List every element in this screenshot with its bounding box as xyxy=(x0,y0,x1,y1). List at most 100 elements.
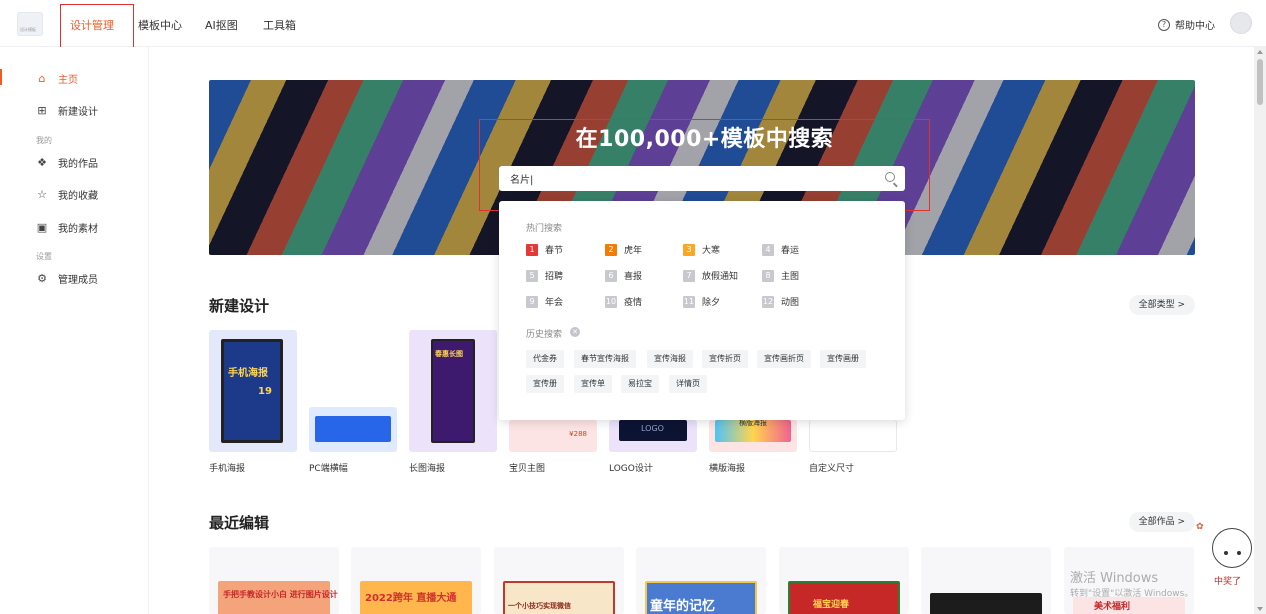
design-card-long-poster[interactable]: 春惠长图 xyxy=(409,330,497,452)
history-chip[interactable]: 宣传海报 xyxy=(647,350,693,368)
price-text: ¥288 xyxy=(569,430,587,438)
card-label: 横版海报 xyxy=(709,464,746,474)
watermark-line1: 激活 Windows xyxy=(1070,571,1159,586)
logo-text: LOGO xyxy=(641,424,664,433)
history-chip[interactable]: 宣传册 xyxy=(526,375,564,393)
history-chip[interactable]: 易拉宝 xyxy=(621,375,659,393)
help-center-link[interactable]: ? 帮助中心 xyxy=(1158,17,1215,32)
recent-item[interactable]: 手把手教设计小白 进行图片设计 xyxy=(209,547,339,614)
logo-text: 设计模板 xyxy=(20,27,36,32)
recent-item[interactable] xyxy=(921,547,1051,614)
horizontal-poster-text: 横版海报 xyxy=(739,420,767,427)
hot-search-text: 大寒 xyxy=(702,246,721,256)
recent-caption: 一个小技巧实现微信 xyxy=(508,602,571,610)
hot-search-item[interactable]: 5 招聘 xyxy=(526,269,563,282)
floating-mascot[interactable]: ✿ 中奖了 xyxy=(1196,522,1256,592)
hot-search-text: 动图 xyxy=(781,298,800,308)
banner-thumbnail xyxy=(315,416,391,442)
history-chip[interactable]: 详情页 xyxy=(669,375,707,393)
rank-badge: 2 xyxy=(605,243,617,256)
recent-item[interactable]: 一个小技巧实现微信 xyxy=(494,547,624,614)
card-label: PC端横幅 xyxy=(309,464,348,474)
help-center-label: 帮助中心 xyxy=(1175,21,1215,32)
card-label: 手机海报 xyxy=(209,464,246,474)
recent-item[interactable]: 福宝迎春 xyxy=(779,547,909,614)
sidebar-item-label: 我的素材 xyxy=(58,224,98,235)
hot-search-item[interactable]: 11 除夕 xyxy=(683,295,720,308)
design-card-custom-size[interactable] xyxy=(809,420,897,452)
all-works-button[interactable]: 全部作品 > xyxy=(1128,512,1195,532)
recent-thumbnail xyxy=(930,593,1042,614)
sidebar-item-my-materials[interactable]: ▣ 我的素材 xyxy=(36,220,98,235)
nav-ai-cutout[interactable]: AI抠图 xyxy=(205,17,238,33)
design-card-pc-banner[interactable] xyxy=(309,407,397,452)
history-chip[interactable]: 宣传单 xyxy=(574,375,612,393)
hot-search-item[interactable]: 2 虎年 xyxy=(605,243,642,256)
clear-history-icon[interactable]: ✕ xyxy=(570,327,580,337)
poster-text: 手机海报 xyxy=(228,368,268,379)
new-design-title: 新建设计 xyxy=(209,297,270,315)
hot-search-label: 热门搜索 xyxy=(526,224,563,234)
hot-search-text: 喜报 xyxy=(624,272,643,282)
scroll-thumb[interactable] xyxy=(1257,59,1263,105)
app-logo[interactable]: 设计模板 xyxy=(17,12,43,36)
card-label: 长图海报 xyxy=(409,464,446,474)
rank-badge: 7 xyxy=(683,269,695,282)
sidebar-item-my-favorites[interactable]: ☆ 我的收藏 xyxy=(36,187,98,202)
long-poster-thumbnail: 春惠长图 xyxy=(431,339,475,443)
hot-search-item[interactable]: 12 动图 xyxy=(762,295,799,308)
all-types-button[interactable]: 全部类型 > xyxy=(1128,295,1195,315)
horizontal-poster-thumbnail: 横版海报 xyxy=(715,420,791,442)
history-chip[interactable]: 宣传折页 xyxy=(702,350,748,368)
hot-search-item[interactable]: 9 年会 xyxy=(526,295,563,308)
sidebar-item-label: 管理成员 xyxy=(58,275,98,286)
sidebar-item-home[interactable]: ⌂ 主页 xyxy=(36,71,79,86)
sidebar: ⌂ 主页 ⊞ 新建设计 我的 ❖ 我的作品 ☆ 我的收藏 ▣ 我的素材 设置 ⚙… xyxy=(0,47,149,614)
history-chip[interactable]: 宣传画折页 xyxy=(757,350,811,368)
hot-search-item[interactable]: 7 放假通知 xyxy=(683,269,738,282)
history-search-label: 历史搜索 xyxy=(526,330,563,340)
watermark-line2: 转到"设置"以激活 Windows。 xyxy=(1070,589,1194,599)
sidebar-item-label: 我的收藏 xyxy=(58,191,98,202)
hot-search-item[interactable]: 6 喜报 xyxy=(605,269,642,282)
recent-caption: 童年的记忆 xyxy=(650,599,716,614)
rank-badge: 3 xyxy=(683,243,695,256)
recent-item[interactable]: 童年的记忆 xyxy=(636,547,766,614)
works-icon: ❖ xyxy=(37,155,47,169)
sidebar-item-label: 主页 xyxy=(58,75,78,86)
rank-badge: 8 xyxy=(762,269,774,282)
logo-thumbnail: LOGO xyxy=(619,420,687,441)
ribbon-icon: ✿ xyxy=(1196,522,1204,532)
long-poster-text: 春惠长图 xyxy=(435,350,463,358)
hot-search-item[interactable]: 4 春运 xyxy=(762,243,799,256)
scroll-down-arrow-icon[interactable] xyxy=(1257,607,1263,611)
hot-search-item[interactable]: 1 春节 xyxy=(526,243,563,256)
sidebar-item-label: 新建设计 xyxy=(58,107,98,118)
image-icon: ▣ xyxy=(36,220,48,234)
design-card-horizontal-poster[interactable]: 横版海报 xyxy=(709,420,797,452)
history-chip[interactable]: 宣传画册 xyxy=(820,350,866,368)
mascot-text: 中奖了 xyxy=(1214,577,1242,587)
home-icon: ⌂ xyxy=(38,71,46,85)
design-card-mobile-poster[interactable]: 手机海报 19 xyxy=(209,330,297,452)
hot-search-item[interactable]: 10 疫情 xyxy=(605,295,642,308)
scrollbar[interactable] xyxy=(1254,47,1266,614)
mascot-eye xyxy=(1224,551,1228,555)
history-chip[interactable]: 代金券 xyxy=(526,350,564,368)
recent-item[interactable]: 2022跨年 直播大通 xyxy=(351,547,481,614)
design-card-logo[interactable]: LOGO xyxy=(609,420,697,452)
history-chip[interactable]: 春节宣传海报 xyxy=(574,350,636,368)
hot-search-item[interactable]: 3 大寒 xyxy=(683,243,720,256)
design-card-product-image[interactable]: ¥288 xyxy=(509,420,597,452)
nav-template-center[interactable]: 模板中心 xyxy=(138,17,182,33)
card-label: LOGO设计 xyxy=(609,464,653,474)
sidebar-item-my-works[interactable]: ❖ 我的作品 xyxy=(36,155,98,170)
sidebar-item-new-design[interactable]: ⊞ 新建设计 xyxy=(36,103,98,118)
rank-badge: 10 xyxy=(605,295,617,308)
star-icon: ☆ xyxy=(37,187,47,201)
avatar[interactable] xyxy=(1230,12,1252,34)
scroll-up-arrow-icon[interactable] xyxy=(1257,50,1263,54)
sidebar-item-manage-members[interactable]: ⚙ 管理成员 xyxy=(36,271,98,286)
nav-toolbox[interactable]: 工具箱 xyxy=(263,17,296,33)
hot-search-item[interactable]: 8 主图 xyxy=(762,269,799,282)
